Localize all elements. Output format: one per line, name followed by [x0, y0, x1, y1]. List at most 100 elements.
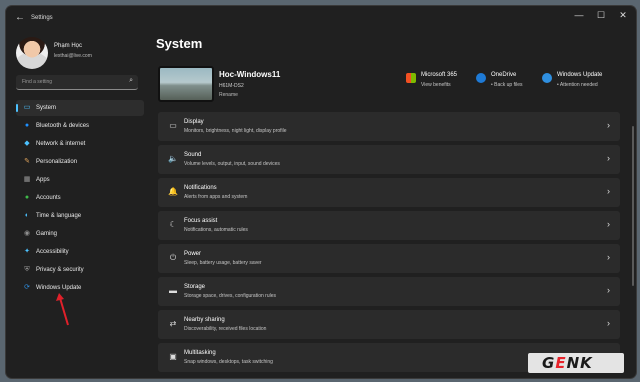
nav-icon: ✦ [24, 248, 30, 255]
sidebar-item-label: Windows Update [36, 285, 82, 291]
logo-letter: E [555, 354, 567, 372]
notifications-icon: 🔔 [168, 187, 178, 196]
card-subtitle: Storage space, drives, configuration rul… [184, 293, 276, 299]
back-arrow-icon[interactable]: ← [15, 12, 25, 23]
nav-icon: ◆ [24, 140, 30, 147]
card-subtitle: Volume levels, output, input, sound devi… [184, 161, 280, 167]
chevron-right-icon: › [607, 219, 610, 229]
page-title: System [156, 36, 203, 51]
card-title: Multitasking [184, 350, 216, 356]
nav-icon: ✎ [24, 158, 30, 165]
settings-card-notifications[interactable]: 🔔 Notifications Alerts from apps and syste… [158, 178, 620, 207]
app-title: Settings [31, 15, 53, 21]
nav-icon: ● [24, 194, 30, 201]
status-subtitle: View benefits [421, 82, 451, 88]
search-input[interactable]: Find a setting ⌕ [16, 75, 138, 90]
sidebar-item-bluetooth-devices[interactable]: ● Bluetooth & devices [16, 118, 144, 134]
sound-icon: 🔈 [168, 154, 178, 163]
ms365-icon [406, 73, 416, 83]
sidebar-item-label: Privacy & security [36, 267, 84, 273]
card-title: Power [184, 251, 202, 257]
settings-card-nearby-sharing[interactable]: ⇄ Nearby sharing Discoverability, received… [158, 310, 620, 339]
genk-watermark-logo: GENK [528, 353, 624, 373]
nav-icon: ◐ [24, 212, 30, 219]
avatar[interactable] [16, 37, 48, 69]
power-icon: ⏻ [169, 253, 177, 262]
sidebar-item-label: Accessibility [36, 249, 69, 255]
sidebar-item-label: Apps [36, 177, 50, 183]
status-title: Windows Update [557, 72, 603, 78]
card-title: Focus assist [184, 218, 218, 224]
sidebar-item-system[interactable]: ▭ System [16, 100, 144, 116]
status-subtitle: • Back up files [491, 82, 523, 88]
card-subtitle: Snap windows, desktops, task switching [184, 359, 273, 365]
chevron-right-icon: › [607, 120, 610, 130]
storage-icon: ▬ [169, 286, 177, 295]
scrollbar[interactable] [632, 126, 634, 286]
card-subtitle: Sleep, battery usage, battery saver [184, 260, 262, 266]
logo-letter: G [542, 354, 556, 372]
maximize-button[interactable]: ☐ [591, 10, 611, 21]
search-icon[interactable]: ⌕ [129, 77, 133, 85]
settings-card-sound[interactable]: 🔈 Sound Volume levels, output, input, soun… [158, 145, 620, 174]
device-model: H61M-DS2 [219, 83, 244, 89]
settings-card-power[interactable]: ⏻ Power Sleep, battery usage, battery save… [158, 244, 620, 273]
close-button[interactable]: ✕ [613, 10, 633, 21]
card-title: Display [184, 119, 204, 125]
chevron-right-icon: › [607, 252, 610, 262]
profile-name: Phạm Học [54, 43, 83, 49]
desktop-wallpaper-thumbnail [158, 66, 214, 102]
status-title: OneDrive [491, 72, 517, 78]
sidebar-item-personalization[interactable]: ✎ Personalization [16, 154, 144, 170]
sidebar-item-accounts[interactable]: ● Accounts [16, 190, 144, 206]
minimize-button[interactable]: — [569, 10, 589, 20]
sidebar-item-label: Accounts [36, 195, 61, 201]
sidebar-item-privacy-security[interactable]: ⛨ Privacy & security [16, 262, 144, 278]
sidebar-item-time-language[interactable]: ◐ Time & language [16, 208, 144, 224]
settings-card-storage[interactable]: ▬ Storage Storage space, drives, configura… [158, 277, 620, 306]
card-subtitle: Alerts from apps and system [184, 194, 248, 200]
nav-icon: ● [24, 122, 30, 129]
sidebar-item-windows-update[interactable]: ⟳ Windows Update [16, 280, 144, 296]
nav-icon: ⟳ [24, 284, 30, 291]
settings-card-focus-assist[interactable]: ☾ Focus assist Notifications, automatic ru… [158, 211, 620, 240]
active-indicator [16, 104, 18, 112]
sidebar-item-accessibility[interactable]: ✦ Accessibility [16, 244, 144, 260]
sidebar-item-gaming[interactable]: ◉ Gaming [16, 226, 144, 242]
rename-link[interactable]: Rename [219, 92, 238, 98]
nav-icon: ▭ [23, 104, 31, 111]
status-subtitle: • Attention needed [557, 82, 598, 88]
focus-assist-icon: ☾ [169, 220, 177, 229]
windows-update-icon [542, 73, 552, 83]
title-bar: ← Settings — ☐ ✕ [6, 6, 636, 32]
card-subtitle: Monitors, brightness, night light, displ… [184, 128, 287, 134]
chevron-right-icon: › [607, 186, 610, 196]
sidebar-item-apps[interactable]: ▦ Apps [16, 172, 144, 188]
sidebar-item-label: Network & internet [36, 141, 86, 147]
card-title: Sound [184, 152, 202, 158]
settings-window: ← Settings — ☐ ✕ Phạm Học lexthai@live.c… [6, 6, 636, 378]
sidebar-item-label: Time & language [36, 213, 82, 219]
nav-icon: ⛨ [24, 266, 30, 273]
display-icon: ▭ [169, 121, 177, 130]
nav-icon: ▦ [23, 176, 31, 183]
annotation-arrow-icon [56, 293, 69, 326]
device-name: Hoc-Windows11 [219, 70, 281, 79]
card-subtitle: Notifications, automatic rules [184, 227, 248, 233]
chevron-right-icon: › [607, 285, 610, 295]
chevron-right-icon: › [607, 153, 610, 163]
card-title: Nearby sharing [184, 317, 225, 323]
nav-icon: ◉ [23, 230, 31, 237]
search-placeholder: Find a setting [22, 79, 53, 85]
card-title: Notifications [184, 185, 217, 191]
card-title: Storage [184, 284, 206, 290]
profile-email: lexthai@live.com [54, 53, 92, 59]
sidebar-item-label: Personalization [36, 159, 78, 165]
onedrive-icon [476, 73, 486, 83]
settings-card-display[interactable]: ▭ Display Monitors, brightness, night ligh… [158, 112, 620, 141]
sidebar-item-network-internet[interactable]: ◆ Network & internet [16, 136, 144, 152]
sidebar-item-label: System [36, 105, 57, 111]
sidebar-item-label: Bluetooth & devices [36, 123, 90, 129]
chevron-right-icon: › [607, 318, 610, 328]
sidebar-item-label: Gaming [36, 231, 58, 237]
